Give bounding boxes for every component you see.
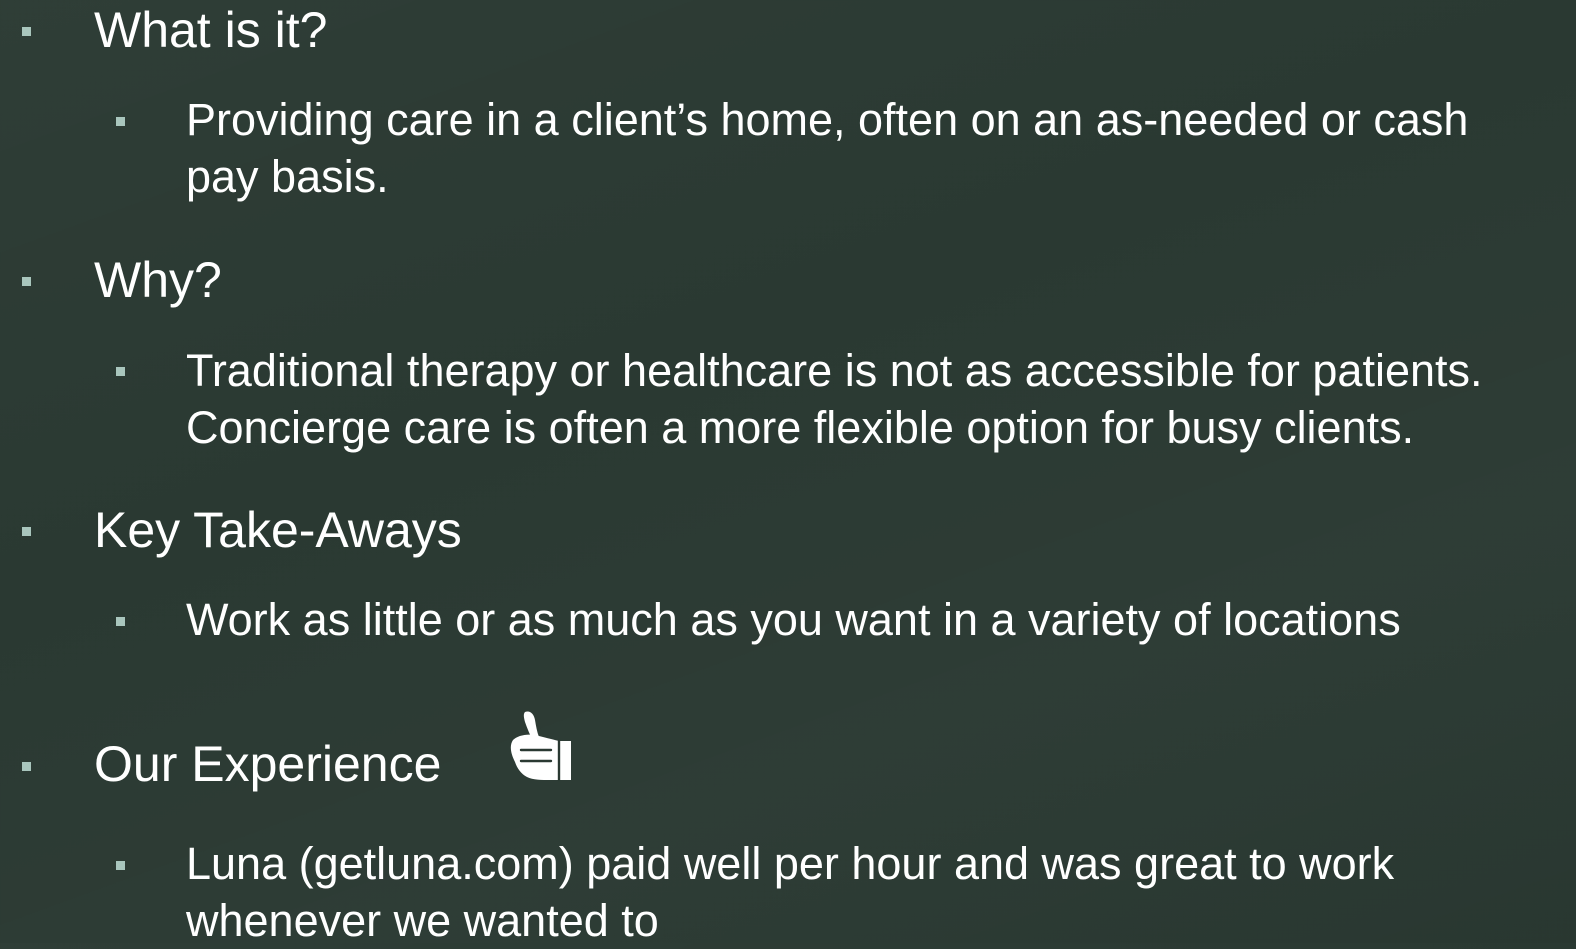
- sub-bullet-marker: [116, 117, 125, 126]
- detail-line: Work as little or as much as you want in…: [186, 594, 1401, 645]
- detail-line: Traditional therapy or healthcare is not…: [186, 345, 1483, 396]
- bullet-marker: [22, 277, 31, 286]
- bullet-marker: [22, 527, 31, 536]
- detail-line: Concierge care is often a more flexible …: [186, 402, 1415, 453]
- sub-bullet-marker: [116, 861, 125, 870]
- detail-line: Luna (getluna.com) paid well per hour an…: [186, 838, 1395, 889]
- bullet-marker: [22, 27, 31, 36]
- sub-bullet-marker: [116, 617, 125, 626]
- thumbs-up-icon: [510, 711, 571, 782]
- sub-bullet-marker: [116, 367, 125, 376]
- heading-our-experience: Our Experience: [94, 736, 442, 792]
- detail-line: pay basis.: [186, 151, 389, 202]
- bullet-marker: [22, 762, 31, 771]
- heading-key-take-aways: Key Take-Aways: [94, 502, 462, 558]
- slide: { "slide": { "colors": { "background": "…: [0, 0, 1576, 946]
- detail-line: Providing care in a client’s home, often…: [186, 94, 1469, 145]
- heading-what-is-it: What is it?: [94, 2, 328, 58]
- heading-why: Why?: [94, 252, 222, 308]
- detail-line: whenever we wanted to: [186, 895, 659, 946]
